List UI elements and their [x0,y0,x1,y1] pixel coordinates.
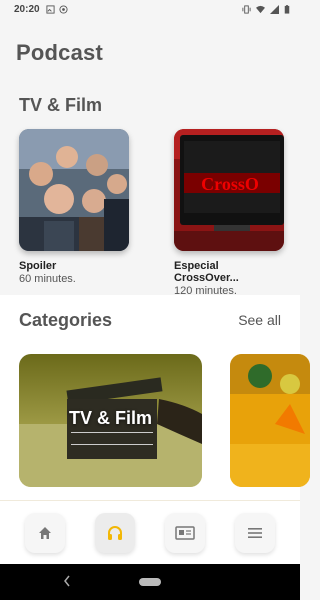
bottom-navigation [0,500,300,564]
nav-home-button[interactable] [25,512,65,553]
news-icon [175,525,195,540]
status-system-icons [242,4,290,14]
headphones-icon [108,525,122,540]
battery-icon [284,4,290,14]
status-time: 20:20 [14,3,40,15]
tv-film-section-title: TV & Film [19,95,103,115]
podcast-name: Spoiler [19,260,57,272]
podcast-name: Especial CrossOver... [174,260,239,284]
vibrate-icon [242,4,251,14]
gallery-icon [46,4,55,14]
home-pill[interactable] [139,578,161,586]
category-card-second[interactable] [230,354,310,487]
podcast-card-spoiler[interactable]: Spoiler 60 minutes. [19,129,129,285]
category-card-tv-film[interactable]: TV & Film [19,354,202,487]
sync-icon [59,4,68,14]
podcast-card-crossover[interactable]: CrossO Especial CrossOver... 120 minutes… [174,129,284,297]
nav-podcast-button[interactable] [95,512,135,553]
group-photo-image [19,129,129,251]
podcast-duration: 60 minutes. [19,273,76,285]
nav-menu-button[interactable] [235,512,275,553]
menu-icon [248,527,262,538]
see-all-link[interactable]: See all [238,312,281,328]
category-image [230,354,310,487]
status-notification-icons [46,4,68,14]
system-navigation-bar [0,564,300,600]
home-icon [39,526,51,539]
status-bar: 20:20 [0,0,300,18]
page-title: Podcast [16,40,103,65]
categories-section-title: Categories [19,310,113,330]
signal-icon [270,4,279,14]
wifi-icon [256,5,265,13]
podcast-thumbnail-crossover[interactable]: CrossO [174,129,284,251]
back-chevron-icon[interactable] [62,574,72,588]
nav-news-button[interactable] [165,512,205,553]
podcast-thumbnail-spoiler[interactable] [19,129,129,251]
tv-screen-image: CrossO [174,129,284,251]
category-label: TV & Film [68,408,152,428]
svg-text:CrossO: CrossO [201,174,259,194]
